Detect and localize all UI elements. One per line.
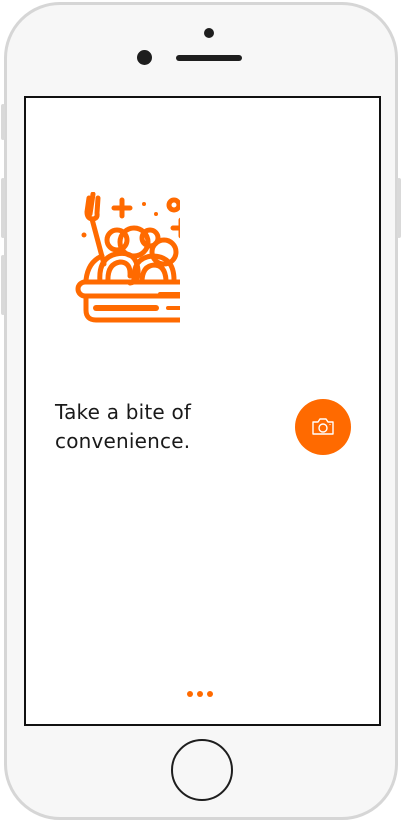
app-screen: Take a bite of convenience.	[24, 96, 381, 726]
camera-icon	[312, 418, 334, 435]
volume-up-button	[1, 178, 5, 238]
camera-button[interactable]	[295, 399, 351, 455]
mute-switch	[1, 104, 5, 140]
earpiece-speaker	[176, 55, 242, 61]
home-button[interactable]	[171, 739, 233, 801]
power-button	[397, 178, 401, 238]
front-camera	[137, 50, 152, 65]
proximity-sensor	[204, 28, 214, 38]
page-dot[interactable]	[197, 691, 203, 697]
page-dot[interactable]	[187, 691, 193, 697]
pasta-bowl-icon	[75, 192, 180, 323]
onboarding-tagline: Take a bite of convenience.	[55, 400, 192, 453]
volume-down-button	[1, 255, 5, 315]
page-dot[interactable]	[207, 691, 213, 697]
page-indicator[interactable]	[187, 691, 213, 697]
